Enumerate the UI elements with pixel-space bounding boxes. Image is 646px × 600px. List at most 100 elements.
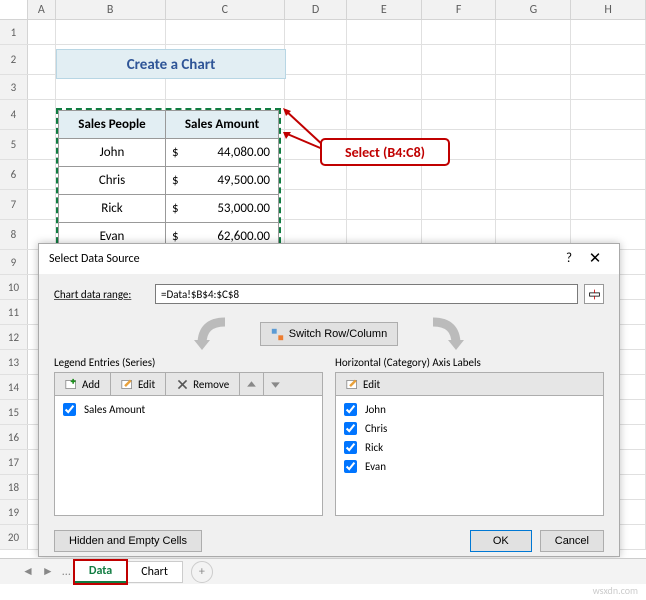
table-header-amount: Sales Amount xyxy=(166,111,279,139)
col-header-d[interactable]: D xyxy=(285,0,347,19)
category-label: Rick xyxy=(365,441,383,454)
switch-label: Switch Row/Column xyxy=(289,328,387,340)
dialog-title: Select Data Source xyxy=(49,244,557,274)
axis-labels-label: Horizontal (Category) Axis Labels xyxy=(335,356,604,369)
row-header-17[interactable]: 17 xyxy=(0,450,28,474)
category-item[interactable]: Rick xyxy=(340,438,599,457)
category-label: Chris xyxy=(365,422,387,435)
series-item[interactable]: Sales Amount xyxy=(59,400,318,419)
edit-axis-button[interactable]: Edit xyxy=(336,373,390,395)
series-checkbox[interactable] xyxy=(63,403,76,416)
row-header-8[interactable]: 8 xyxy=(0,220,28,249)
table-row[interactable]: Chris$49,500.00 xyxy=(59,167,279,195)
dialog-titlebar: Select Data Source ? ✕ xyxy=(39,244,619,274)
col-header-f[interactable]: F xyxy=(422,0,497,19)
add-label: Add xyxy=(82,378,100,391)
curved-arrow-right-icon xyxy=(428,316,468,352)
axis-labels-section: Horizontal (Category) Axis Labels Edit J… xyxy=(335,356,604,516)
row-header-15[interactable]: 15 xyxy=(0,400,28,424)
data-table-selection[interactable]: Sales People Sales Amount John$44,080.00… xyxy=(56,108,281,253)
edit-icon xyxy=(121,378,134,391)
spreadsheet-grid: A B C D E F G H 123456789101112131415161… xyxy=(0,0,646,600)
select-data-source-dialog: Select Data Source ? ✕ Chart data range:… xyxy=(38,243,620,557)
row-header-12[interactable]: 12 xyxy=(0,325,28,349)
row-header-3[interactable]: 3 xyxy=(0,75,28,99)
row-header-9[interactable]: 9 xyxy=(0,250,28,274)
col-header-b[interactable]: B xyxy=(56,0,166,19)
row-header-13[interactable]: 13 xyxy=(0,350,28,374)
row-header-11[interactable]: 11 xyxy=(0,300,28,324)
table-header-people: Sales People xyxy=(59,111,166,139)
hidden-cells-button[interactable]: Hidden and Empty Cells xyxy=(54,530,202,552)
cell-name: Chris xyxy=(59,167,166,195)
switch-icon xyxy=(271,328,284,341)
row-header-1[interactable]: 1 xyxy=(0,20,28,44)
cancel-button[interactable]: Cancel xyxy=(540,530,604,552)
add-icon xyxy=(65,378,78,391)
col-header-c[interactable]: C xyxy=(166,0,286,19)
row-header-19[interactable]: 19 xyxy=(0,500,28,524)
axis-edit-label: Edit xyxy=(363,378,380,391)
series-listbox[interactable]: Sales Amount xyxy=(54,396,323,516)
ok-button[interactable]: OK xyxy=(470,530,532,552)
row-header-14[interactable]: 14 xyxy=(0,375,28,399)
row-header-18[interactable]: 18 xyxy=(0,475,28,499)
row-header-20[interactable]: 20 xyxy=(0,525,28,549)
row-header-16[interactable]: 16 xyxy=(0,425,28,449)
row-header-4[interactable]: 4 xyxy=(0,100,28,129)
category-checkbox[interactable] xyxy=(344,460,357,473)
series-label: Sales Amount xyxy=(84,403,145,416)
category-label: John xyxy=(365,403,386,416)
legend-entries-section: Legend Entries (Series) Add Edit Remove … xyxy=(54,356,323,516)
cell-amount: $44,080.00 xyxy=(166,139,279,167)
legend-entries-label: Legend Entries (Series) xyxy=(54,356,323,369)
edit-icon xyxy=(346,378,359,391)
sheet-tab-chart[interactable]: Chart xyxy=(126,561,183,583)
edit-series-button[interactable]: Edit xyxy=(111,373,166,395)
category-item[interactable]: John xyxy=(340,400,599,419)
switch-row-column-button[interactable]: Switch Row/Column xyxy=(260,322,398,346)
cell-name: Rick xyxy=(59,195,166,223)
category-listbox[interactable]: John Chris Rick Evan xyxy=(335,396,604,516)
add-sheet-button[interactable]: + xyxy=(191,561,213,583)
col-header-h[interactable]: H xyxy=(571,0,646,19)
col-header-a[interactable]: A xyxy=(28,0,56,19)
row-header-10[interactable]: 10 xyxy=(0,275,28,299)
col-header-g[interactable]: G xyxy=(496,0,571,19)
category-label: Evan xyxy=(365,460,386,473)
watermark: wsxdn.com xyxy=(593,584,638,597)
row-header-2[interactable]: 2 xyxy=(0,45,28,74)
column-header-row: A B C D E F G H xyxy=(0,0,646,20)
category-item[interactable]: Chris xyxy=(340,419,599,438)
help-button[interactable]: ? xyxy=(557,244,581,274)
select-all-corner[interactable] xyxy=(0,0,28,19)
table-row[interactable]: Rick$53,000.00 xyxy=(59,195,279,223)
remove-icon xyxy=(176,378,189,391)
banner-title: Create a Chart xyxy=(56,49,286,79)
collapse-icon xyxy=(588,288,601,301)
row-header-7[interactable]: 7 xyxy=(0,190,28,219)
move-up-button[interactable] xyxy=(240,373,264,395)
down-icon xyxy=(269,378,282,391)
tab-ellipsis[interactable]: ... xyxy=(58,565,75,579)
row-header-6[interactable]: 6 xyxy=(0,160,28,189)
tab-nav-prev[interactable]: ◄ xyxy=(18,564,38,579)
category-checkbox[interactable] xyxy=(344,441,357,454)
cell-name: John xyxy=(59,139,166,167)
sheet-tabs: ◄ ► ... Data Chart + xyxy=(0,558,646,584)
close-button[interactable]: ✕ xyxy=(581,244,609,274)
tab-nav-next[interactable]: ► xyxy=(38,564,58,579)
add-series-button[interactable]: Add xyxy=(55,373,111,395)
col-header-e[interactable]: E xyxy=(347,0,422,19)
category-item[interactable]: Evan xyxy=(340,457,599,476)
move-down-button[interactable] xyxy=(264,373,287,395)
sheet-tab-data[interactable]: Data xyxy=(74,560,127,584)
remove-series-button[interactable]: Remove xyxy=(166,373,240,395)
row-header-5[interactable]: 5 xyxy=(0,130,28,159)
category-checkbox[interactable] xyxy=(344,422,357,435)
cell-amount: $49,500.00 xyxy=(166,167,279,195)
table-row[interactable]: John$44,080.00 xyxy=(59,139,279,167)
chart-range-input[interactable] xyxy=(155,284,578,304)
category-checkbox[interactable] xyxy=(344,403,357,416)
collapse-range-button[interactable] xyxy=(584,284,604,304)
